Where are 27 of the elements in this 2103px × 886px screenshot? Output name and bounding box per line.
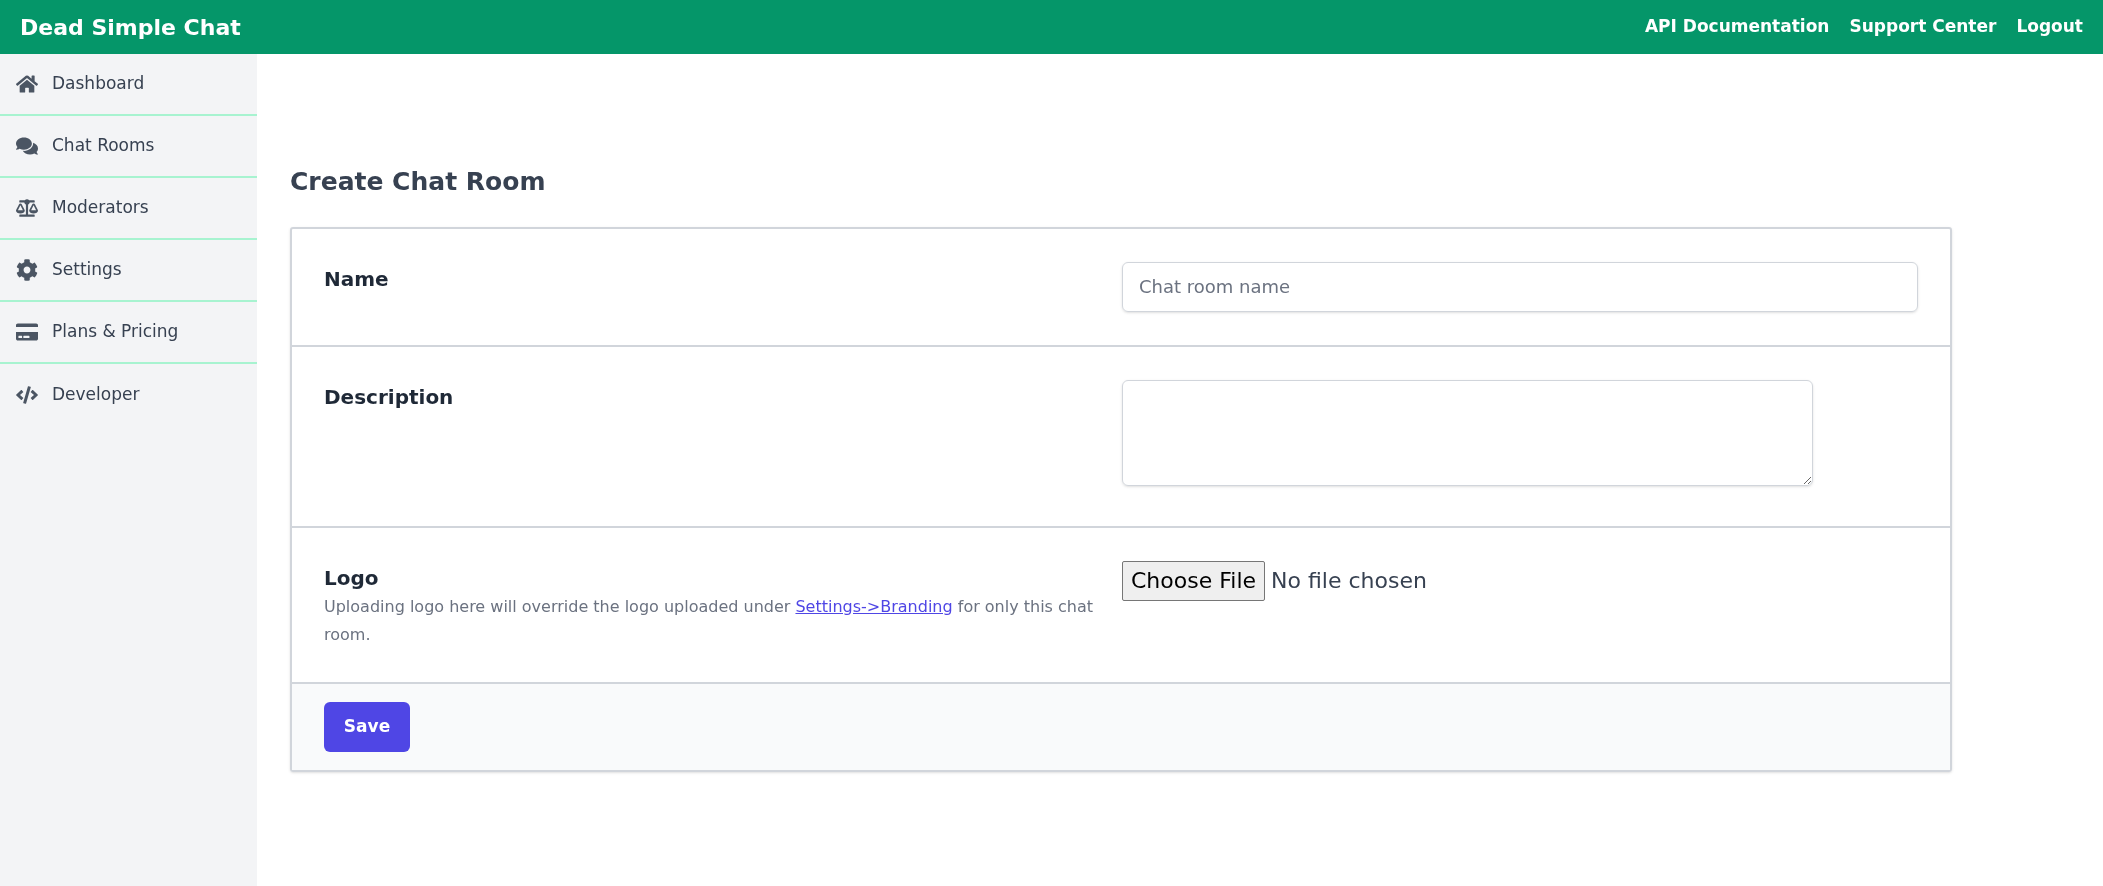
save-button[interactable]: Save — [324, 701, 410, 752]
nav-link[interactable]: Logout — [2016, 14, 2083, 40]
credit-card-icon — [16, 321, 38, 343]
code-icon — [16, 384, 38, 406]
home-icon — [16, 73, 38, 95]
field-label: Name — [324, 265, 390, 293]
nav-link[interactable]: Support Center — [1849, 14, 1997, 40]
page-title: Create Chat Room — [290, 166, 547, 198]
branding-link[interactable]: Settings->Branding — [795, 596, 953, 616]
name-input-field[interactable]: Chat room name — [1122, 261, 1918, 312]
sidebar-item[interactable]: Moderators — [0, 178, 257, 240]
file-status-text: No file chosen — [1271, 567, 1427, 595]
description-textarea[interactable] — [1122, 379, 1813, 486]
chat-bubbles-icon — [16, 135, 38, 157]
sidebar-item[interactable]: Chat Rooms — [0, 116, 257, 178]
help-text: Uploading logo here will override the logo uploaded under Settings->Branding for only this chat room. — [324, 595, 1095, 646]
sidebar-item[interactable]: Settings — [0, 240, 257, 302]
choose-file-button[interactable]: Choose File — [1122, 560, 1266, 601]
settings-icon — [16, 259, 38, 281]
scales-icon — [16, 197, 38, 219]
sidebar-item[interactable]: Plans & Pricing — [0, 302, 257, 364]
sidebar-item[interactable]: Developer — [0, 364, 257, 426]
sidebar-item[interactable]: Dashboard — [0, 54, 257, 116]
field-label: Description — [324, 383, 455, 411]
brand-title: Dead Simple Chat — [20, 13, 241, 42]
nav-link[interactable]: API Documentation — [1644, 14, 1830, 40]
field-label: Logo — [324, 564, 380, 592]
